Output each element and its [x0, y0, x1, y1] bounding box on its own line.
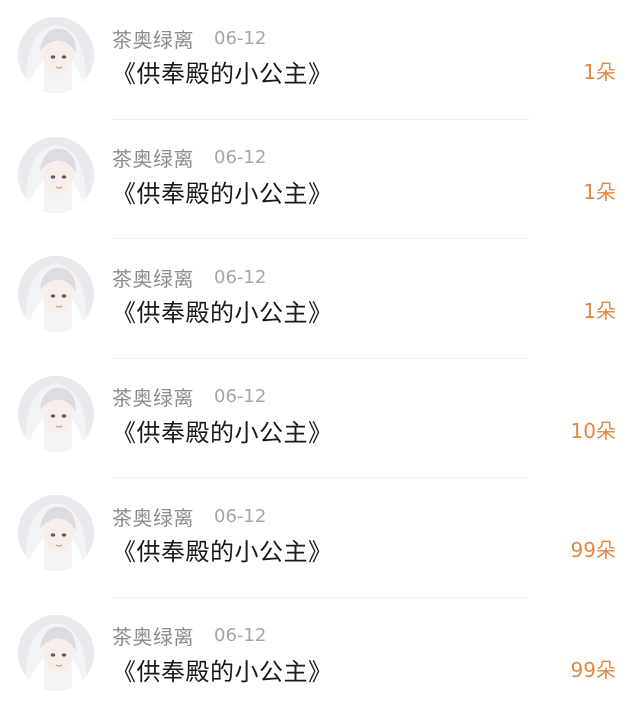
avatar[interactable]: [18, 495, 94, 571]
list-item[interactable]: 茶奥绿离 06-12 《供奉殿的小公主》 99朵: [0, 598, 640, 710]
username[interactable]: 茶奥绿离: [112, 502, 194, 531]
book-title[interactable]: 《供奉殿的小公主》: [112, 293, 333, 328]
avatar-icon: [18, 495, 94, 571]
list-item[interactable]: 茶奥绿离 06-12 《供奉殿的小公主》 1朵: [0, 0, 640, 120]
avatar[interactable]: [18, 256, 94, 332]
date: 06-12: [214, 505, 267, 527]
book-title[interactable]: 《供奉殿的小公主》: [112, 532, 333, 567]
avatar-icon: [18, 256, 94, 332]
username[interactable]: 茶奥绿离: [112, 24, 194, 53]
item-meta: 茶奥绿离 06-12: [112, 621, 267, 650]
username[interactable]: 茶奥绿离: [112, 143, 194, 172]
avatar-icon: [18, 136, 94, 213]
date: 06-12: [214, 147, 267, 168]
gift-record-list: 茶奥绿离 06-12 《供奉殿的小公主》 1朵 茶奥绿离 06-12 《供奉殿的…: [0, 0, 640, 710]
list-item[interactable]: 茶奥绿离 06-12 《供奉殿的小公主》 1朵: [0, 239, 640, 359]
book-title[interactable]: 《供奉殿的小公主》: [112, 413, 333, 448]
book-title[interactable]: 《供奉殿的小公主》: [112, 54, 333, 89]
item-meta: 茶奥绿离 06-12: [112, 502, 267, 531]
gift-count: 1朵: [583, 179, 616, 204]
username[interactable]: 茶奥绿离: [112, 382, 194, 411]
item-meta: 茶奥绿离 06-12: [112, 382, 267, 411]
avatar[interactable]: [18, 136, 94, 213]
avatar[interactable]: [18, 614, 94, 691]
gift-count: 1朵: [583, 299, 616, 323]
avatar[interactable]: [18, 17, 94, 93]
avatar-icon: [18, 375, 94, 452]
list-item[interactable]: 茶奥绿离 06-12 《供奉殿的小公主》 99朵: [0, 478, 640, 598]
list-item[interactable]: 茶奥绿离 06-12 《供奉殿的小公主》 10朵: [0, 359, 640, 479]
gift-count: 99朵: [570, 657, 616, 682]
book-title[interactable]: 《供奉殿的小公主》: [112, 174, 333, 209]
gift-count: 1朵: [583, 60, 616, 84]
date: 06-12: [214, 386, 267, 407]
item-meta: 茶奥绿离 06-12: [112, 143, 267, 172]
item-meta: 茶奥绿离 06-12: [112, 24, 267, 53]
date: 06-12: [214, 625, 267, 646]
avatar[interactable]: [18, 375, 94, 452]
avatar-icon: [18, 614, 94, 691]
book-title[interactable]: 《供奉殿的小公主》: [112, 652, 333, 687]
item-meta: 茶奥绿离 06-12: [112, 263, 267, 292]
username[interactable]: 茶奥绿离: [112, 621, 194, 650]
gift-count: 10朵: [570, 418, 616, 443]
avatar-icon: [18, 17, 94, 93]
username[interactable]: 茶奥绿离: [112, 263, 194, 292]
date: 06-12: [214, 27, 267, 49]
gift-count: 99朵: [570, 538, 616, 562]
date: 06-12: [214, 266, 267, 288]
list-item[interactable]: 茶奥绿离 06-12 《供奉殿的小公主》 1朵: [0, 120, 640, 240]
